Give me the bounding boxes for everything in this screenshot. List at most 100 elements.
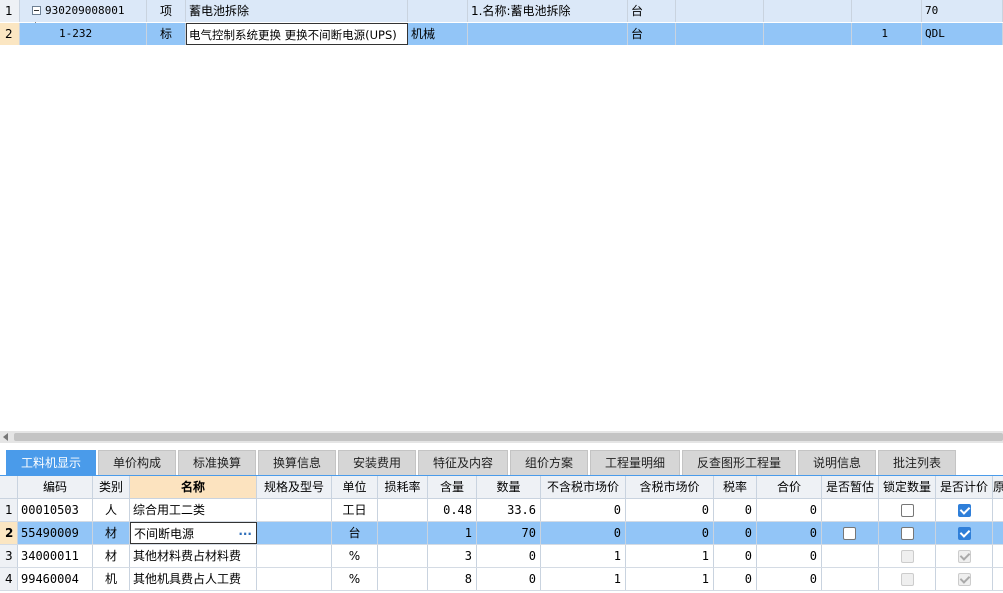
unit-cell[interactable]: 台 (628, 0, 676, 22)
spec-cell[interactable] (257, 568, 332, 590)
tax-rate-cell[interactable]: 0 (714, 568, 757, 590)
tab-pricing-plan[interactable]: 组价方案 (510, 450, 588, 475)
collapse-icon[interactable] (32, 6, 41, 15)
name-edit-cell[interactable]: 电气控制系统更换 更换不间断电源(UPS) (186, 23, 408, 45)
price-in-tax-cell[interactable]: 1 (626, 545, 714, 567)
header-price-in-tax[interactable]: 含税市场价 (626, 476, 714, 498)
loss-cell[interactable] (378, 522, 428, 544)
feature-cell[interactable]: 1.名称:蓄电池拆除 (468, 0, 628, 22)
header-price-ex-tax[interactable]: 不含税市场价 (541, 476, 626, 498)
total-cell[interactable]: 0 (757, 545, 822, 567)
spec-cell[interactable] (257, 545, 332, 567)
table-row[interactable]: 3 34000011 材 其他材料费占材料费 % 3 0 1 1 0 0 (0, 545, 1003, 568)
header-lock-qty[interactable]: 锁定数量 (879, 476, 936, 498)
loss-cell[interactable] (378, 545, 428, 567)
content-cell[interactable]: 1 (428, 522, 477, 544)
top-row-1[interactable]: 1 930209008001 项 蓄电池拆除 1.名称:蓄电池拆除 台 70 (0, 0, 1003, 22)
header-quantity[interactable]: 数量 (477, 476, 541, 498)
table-row-selected[interactable]: 2 55490009 材 不间断电源 ··· 台 1 70 0 0 0 0 (0, 522, 1003, 545)
content-cell[interactable]: 3 (428, 545, 477, 567)
header-content[interactable]: 含量 (428, 476, 477, 498)
scroll-left-icon[interactable] (3, 433, 8, 441)
category-cell[interactable]: 机械 (408, 23, 468, 45)
header-estimate[interactable]: 是否暂估 (822, 476, 879, 498)
content-cell[interactable]: 0.48 (428, 499, 477, 521)
empty-cell[interactable] (764, 23, 852, 45)
unit-cell[interactable]: % (332, 545, 378, 567)
unit-cell[interactable]: 工日 (332, 499, 378, 521)
header-original[interactable]: 原 (993, 476, 1003, 498)
tax-rate-cell[interactable]: 0 (714, 545, 757, 567)
quantity-cell[interactable]: 33.6 (477, 499, 541, 521)
name-edit-cell[interactable]: 不间断电源 ··· (130, 522, 257, 544)
price-ex-tax-cell[interactable]: 1 (541, 545, 626, 567)
tab-labor-material-machine[interactable]: 工料机显示 (6, 450, 96, 475)
lock-qty-checkbox[interactable] (900, 527, 914, 540)
header-loss-rate[interactable]: 损耗率 (378, 476, 428, 498)
extra-cell[interactable]: 70 (922, 0, 1003, 22)
type-cell[interactable]: 项 (147, 0, 186, 22)
code-cell[interactable]: 930209008001 (20, 0, 147, 22)
empty-cell[interactable] (764, 0, 852, 22)
unit-cell[interactable]: 台 (628, 23, 676, 45)
quantity-cell[interactable]: 0 (477, 545, 541, 567)
name-cell[interactable]: 其他机具费占人工费 (130, 568, 257, 590)
header-priced[interactable]: 是否计价 (936, 476, 993, 498)
content-cell[interactable]: 8 (428, 568, 477, 590)
header-tax-rate[interactable]: 税率 (714, 476, 757, 498)
tax-rate-cell[interactable]: 0 (714, 522, 757, 544)
name-cell[interactable]: 其他材料费占材料费 (130, 545, 257, 567)
price-ex-tax-cell[interactable]: 0 (541, 522, 626, 544)
header-name[interactable]: 名称 (130, 476, 257, 498)
name-cell[interactable]: 蓄电池拆除 (186, 0, 408, 22)
tab-install-fee[interactable]: 安装费用 (338, 450, 416, 475)
tax-rate-cell[interactable]: 0 (714, 499, 757, 521)
price-ex-tax-cell[interactable]: 0 (541, 499, 626, 521)
code-cell[interactable]: 34000011 (18, 545, 93, 567)
priced-checkbox[interactable] (957, 527, 971, 540)
top-row-2[interactable]: 2 1-232 标 电气控制系统更换 更换不间断电源(UPS) 机械 台 1 Q… (0, 23, 1003, 45)
category-cell[interactable] (408, 0, 468, 22)
quantity-cell[interactable]: 0 (477, 568, 541, 590)
price-ex-tax-cell[interactable]: 1 (541, 568, 626, 590)
tab-description[interactable]: 说明信息 (798, 450, 876, 475)
code-cell[interactable]: 1-232 (20, 23, 147, 45)
header-category[interactable]: 类别 (93, 476, 130, 498)
lock-qty-checkbox[interactable] (900, 504, 914, 517)
tab-quantity-detail[interactable]: 工程量明细 (590, 450, 680, 475)
tab-graphic-quantity[interactable]: 反查图形工程量 (682, 450, 796, 475)
tab-standard-conversion[interactable]: 标准换算 (178, 450, 256, 475)
price-in-tax-cell[interactable]: 0 (626, 499, 714, 521)
header-unit[interactable]: 单位 (332, 476, 378, 498)
tab-features[interactable]: 特征及内容 (418, 450, 508, 475)
total-cell[interactable]: 0 (757, 499, 822, 521)
unit-cell[interactable]: % (332, 568, 378, 590)
code-cell[interactable]: 99460004 (18, 568, 93, 590)
tab-unit-price[interactable]: 单价构成 (98, 450, 176, 475)
estimate-checkbox[interactable] (843, 527, 856, 540)
spec-cell[interactable] (257, 499, 332, 521)
price-in-tax-cell[interactable]: 0 (626, 522, 714, 544)
header-spec[interactable]: 规格及型号 (257, 476, 332, 498)
tab-conversion-info[interactable]: 换算信息 (258, 450, 336, 475)
table-row[interactable]: 4 99460004 机 其他机具费占人工费 % 8 0 1 1 0 0 (0, 568, 1003, 591)
header-total[interactable]: 合价 (757, 476, 822, 498)
loss-cell[interactable] (378, 499, 428, 521)
scroll-thumb[interactable] (14, 433, 1003, 441)
feature-cell[interactable] (468, 23, 628, 45)
extra-cell[interactable]: QDL (922, 23, 1003, 45)
total-cell[interactable]: 0 (757, 522, 822, 544)
price-in-tax-cell[interactable]: 1 (626, 568, 714, 590)
loss-cell[interactable] (378, 568, 428, 590)
category-cell[interactable]: 材 (93, 545, 130, 567)
code-cell[interactable]: 55490009 (18, 522, 93, 544)
empty-cell[interactable] (676, 0, 764, 22)
priced-checkbox[interactable] (957, 504, 971, 517)
quantity-cell[interactable]: 70 (477, 522, 541, 544)
category-cell[interactable]: 人 (93, 499, 130, 521)
total-cell[interactable]: 0 (757, 568, 822, 590)
type-cell[interactable]: 标 (147, 23, 186, 45)
header-code[interactable]: 编码 (18, 476, 93, 498)
name-cell[interactable]: 综合用工二类 (130, 499, 257, 521)
code-cell[interactable]: 00010503 (18, 499, 93, 521)
